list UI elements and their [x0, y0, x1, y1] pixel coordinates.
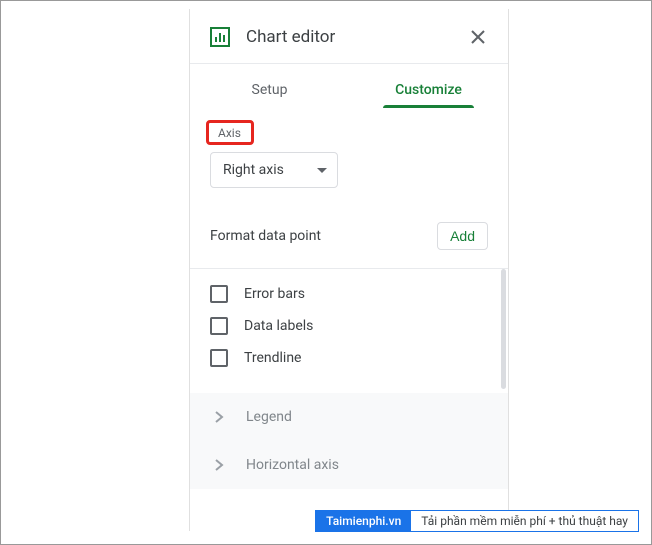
checkbox-error-bars[interactable]: Error bars: [210, 285, 488, 303]
format-row: Format data point Add: [210, 222, 488, 250]
checkbox-icon: [210, 349, 228, 367]
checkbox-icon: [210, 285, 228, 303]
scrollbar-thumb[interactable]: [501, 269, 506, 389]
panel-title: Chart editor: [246, 27, 468, 47]
tab-setup[interactable]: Setup: [190, 82, 349, 108]
checkbox-label: Error bars: [244, 286, 305, 302]
checkbox-data-labels[interactable]: Data labels: [210, 317, 488, 335]
accordion-horizontal-axis[interactable]: Horizontal axis: [190, 441, 508, 489]
options-checklist: Error bars Data labels Trendline: [190, 269, 508, 393]
axis-label: Axis: [210, 122, 249, 144]
collapsed-sections: Legend Horizontal axis: [190, 393, 508, 489]
accordion-label: Legend: [246, 409, 292, 425]
checkbox-trendline[interactable]: Trendline: [210, 349, 488, 367]
watermark-tagline: Tải phần mềm miễn phí + thủ thuật hay: [411, 511, 638, 531]
tabs: Setup Customize: [190, 64, 508, 108]
checkbox-label: Data labels: [244, 318, 313, 334]
chart-icon: [210, 27, 230, 47]
checkbox-label: Trendline: [244, 350, 301, 366]
checkbox-icon: [210, 317, 228, 335]
axis-select-value: Right axis: [223, 162, 284, 178]
chevron-right-icon: [214, 410, 224, 424]
chart-editor-panel: Chart editor Setup Customize Axis Right …: [189, 9, 509, 531]
watermark-site: Taimienphi.vn: [316, 511, 411, 531]
accordion-legend[interactable]: Legend: [190, 393, 508, 441]
axis-select[interactable]: Right axis: [210, 152, 338, 188]
accordion-label: Horizontal axis: [246, 457, 339, 473]
chevron-right-icon: [214, 458, 224, 472]
caret-down-icon: [317, 168, 327, 173]
axis-section: Axis Right axis Format data point Add: [190, 108, 508, 250]
watermark: Taimienphi.vn Tải phần mềm miễn phí + th…: [315, 510, 639, 532]
axis-label-wrap: Axis: [210, 122, 249, 144]
format-data-point-label: Format data point: [210, 228, 321, 244]
tab-customize[interactable]: Customize: [349, 82, 508, 108]
panel-header: Chart editor: [190, 9, 508, 63]
add-button[interactable]: Add: [437, 222, 488, 250]
close-button[interactable]: [468, 27, 488, 47]
close-icon: [471, 30, 485, 44]
